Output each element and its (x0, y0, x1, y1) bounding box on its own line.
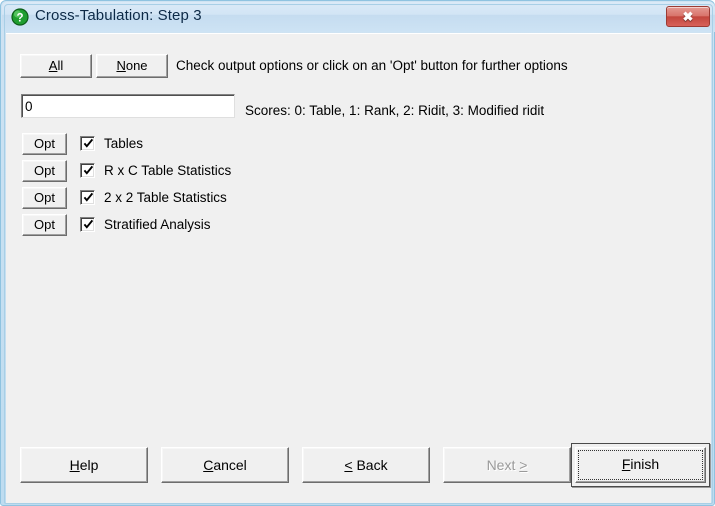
option-label-stratified-analysis: Stratified Analysis (104, 217, 211, 232)
green-question-mark-icon: ? (11, 8, 29, 26)
checkmark-icon (83, 219, 94, 229)
opt-button-stratified-analysis[interactable]: Opt (22, 214, 67, 236)
checkbox-rxc-table-statistics[interactable] (80, 163, 95, 178)
none-button-label-rest: one (125, 58, 148, 73)
opt-button-label: Opt (34, 136, 55, 151)
opt-button-rxc-table-statistics[interactable]: Opt (22, 160, 67, 182)
checkmark-icon (83, 138, 94, 148)
svg-text:?: ? (16, 12, 23, 24)
cancel-button[interactable]: Cancel (161, 447, 289, 483)
checkmark-icon (83, 192, 94, 202)
option-label-rxc-table-statistics: R x C Table Statistics (104, 163, 232, 178)
close-button[interactable]: ✖ (666, 6, 710, 27)
help-accel: H (69, 457, 80, 473)
opt-button-label: Opt (34, 190, 55, 205)
back-button-label-rest: Back (352, 457, 388, 473)
option-label-tables: Tables (104, 136, 144, 151)
dialog-client-area: All None Check output options or click o… (6, 33, 711, 503)
back-button[interactable]: < Back (302, 447, 430, 483)
instruction-text: Check output options or click on an 'Opt… (176, 58, 568, 73)
checkbox-2x2-table-statistics[interactable] (80, 190, 95, 205)
next-button: Next > (443, 447, 571, 483)
finish-button-label-rest: inish (630, 456, 660, 472)
opt-button-2x2-table-statistics[interactable]: Opt (22, 187, 67, 209)
checkbox-stratified-analysis[interactable] (80, 217, 95, 232)
finish-button-default-ring: Finish (571, 443, 710, 487)
cancel-accel: C (203, 457, 214, 473)
cancel-button-label-rest: ancel (213, 457, 247, 473)
dialog-window: ? Cross-Tabulation: Step 3 ✖ All None Ch… (0, 0, 715, 506)
next-accel: > (519, 457, 528, 473)
window-title: Cross-Tabulation: Step 3 (35, 7, 202, 24)
back-accel: < (344, 457, 353, 473)
help-button-label-rest: elp (79, 457, 99, 473)
opt-button-label: Opt (34, 217, 55, 232)
all-button-label-rest: ll (57, 58, 64, 73)
opt-button-tables[interactable]: Opt (22, 133, 67, 155)
help-button[interactable]: Help (20, 447, 148, 483)
title-bar[interactable]: ? Cross-Tabulation: Step 3 ✖ (2, 2, 715, 32)
close-icon: ✖ (682, 9, 694, 24)
finish-button[interactable]: Finish (575, 447, 706, 483)
checkbox-tables[interactable] (80, 136, 95, 151)
opt-button-label: Opt (34, 163, 55, 178)
select-all-button[interactable]: All (20, 54, 92, 78)
checkmark-icon (83, 165, 94, 175)
scores-legend: Scores: 0: Table, 1: Rank, 2: Ridit, 3: … (245, 103, 545, 118)
scores-input[interactable] (21, 94, 235, 118)
next-button-label-rest: Next (486, 457, 520, 473)
none-accel: N (116, 58, 126, 73)
select-none-button[interactable]: None (96, 54, 168, 78)
option-label-2x2-table-statistics: 2 x 2 Table Statistics (104, 190, 227, 205)
